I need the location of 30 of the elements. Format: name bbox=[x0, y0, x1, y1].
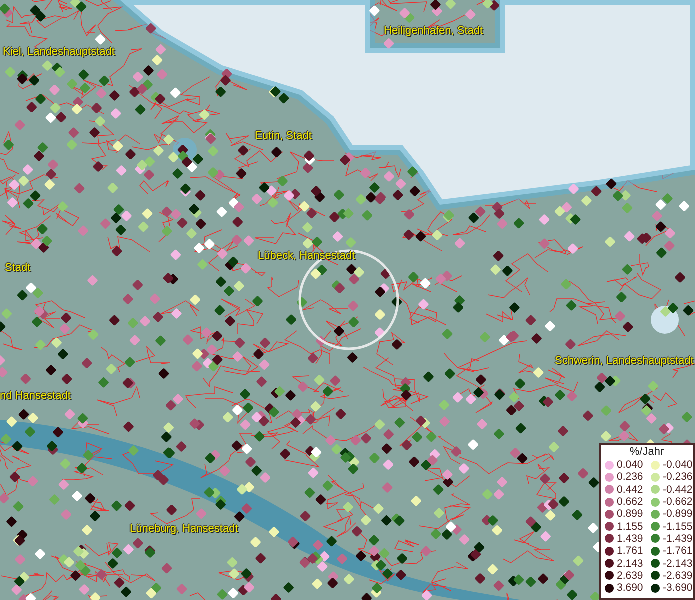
legend-value: -3.690 bbox=[663, 582, 693, 594]
legend-value: 1.439 bbox=[617, 532, 644, 545]
legend-value: -1.155 bbox=[663, 520, 693, 533]
legend-title: %/Jahr bbox=[628, 446, 666, 459]
city-label: Heiligenhafen, Stadt bbox=[384, 25, 484, 38]
city-label: Eutin, Stadt bbox=[255, 130, 312, 143]
legend-value: -0.040 bbox=[663, 459, 693, 472]
city-label: nd Hansestadt bbox=[0, 390, 71, 403]
city-label: Lüneburg, Hansestadt bbox=[130, 523, 238, 536]
legend-value: 0.236 bbox=[617, 471, 644, 484]
legend-value: -0.442 bbox=[663, 484, 693, 496]
legend-value: -0.899 bbox=[663, 508, 693, 520]
legend-value: 0.899 bbox=[617, 508, 644, 520]
legend-value: -1.439 bbox=[663, 532, 693, 545]
legend-value: 2.639 bbox=[617, 570, 644, 582]
city-label: Stadt bbox=[5, 262, 31, 275]
legend-value: 0.040 bbox=[617, 459, 644, 472]
legend-value: 1.155 bbox=[617, 520, 644, 533]
legend-value: -0.236 bbox=[663, 471, 693, 484]
city-label: Schwerin, Landeshauptstadt bbox=[555, 355, 694, 368]
legend-value: 1.761 bbox=[617, 545, 644, 558]
legend-value: 2.143 bbox=[617, 558, 644, 570]
legend-value: 0.662 bbox=[617, 496, 644, 508]
legend-value: -2.143 bbox=[663, 558, 693, 570]
city-label: Kiel, Landeshauptstadt bbox=[3, 46, 115, 59]
legend-value: -0.662 bbox=[663, 496, 693, 508]
legend-value: -2.639 bbox=[663, 570, 693, 582]
legend-value: 0.442 bbox=[617, 484, 644, 496]
legend-value: 3.690 bbox=[617, 582, 644, 594]
legend-value: -1.761 bbox=[663, 545, 693, 558]
